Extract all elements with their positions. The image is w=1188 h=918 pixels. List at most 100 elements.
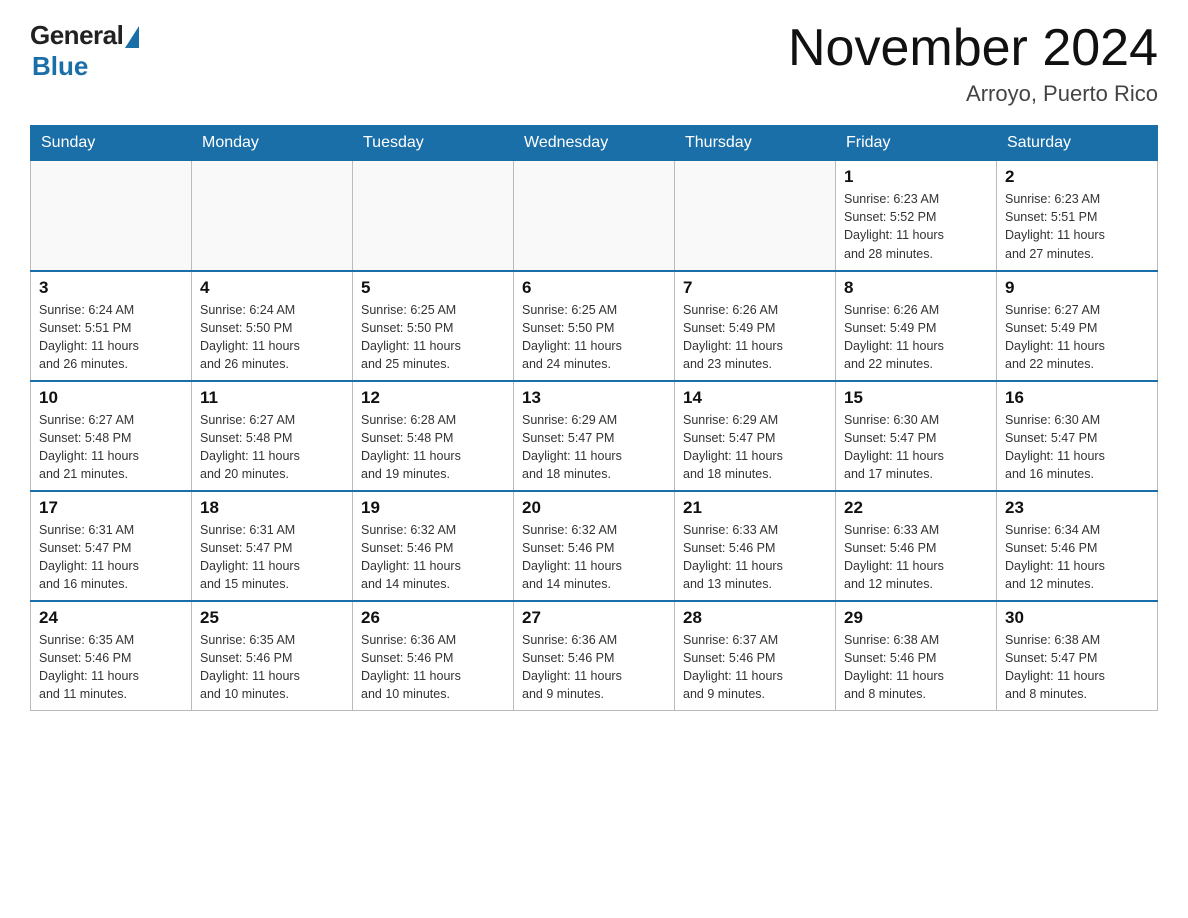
- day-cell: [31, 161, 192, 271]
- week-row-2: 3 Sunrise: 6:24 AMSunset: 5:51 PMDaylight…: [31, 271, 1158, 381]
- day-number: 7: [683, 278, 827, 298]
- day-info: Sunrise: 6:28 AMSunset: 5:48 PMDaylight:…: [361, 413, 461, 481]
- day-number: 14: [683, 388, 827, 408]
- day-info: Sunrise: 6:29 AMSunset: 5:47 PMDaylight:…: [522, 413, 622, 481]
- day-info: Sunrise: 6:24 AMSunset: 5:51 PMDaylight:…: [39, 303, 139, 371]
- day-info: Sunrise: 6:36 AMSunset: 5:46 PMDaylight:…: [522, 633, 622, 701]
- day-number: 29: [844, 608, 988, 628]
- day-info: Sunrise: 6:26 AMSunset: 5:49 PMDaylight:…: [683, 303, 783, 371]
- header-sunday: Sunday: [31, 126, 192, 161]
- day-info: Sunrise: 6:30 AMSunset: 5:47 PMDaylight:…: [1005, 413, 1105, 481]
- day-info: Sunrise: 6:33 AMSunset: 5:46 PMDaylight:…: [683, 523, 783, 591]
- day-cell: [514, 161, 675, 271]
- day-number: 4: [200, 278, 344, 298]
- day-cell: 1Sunrise: 6:23 AMSunset: 5:52 PMDaylight…: [836, 161, 997, 271]
- day-cell: 18Sunrise: 6:31 AMSunset: 5:47 PMDayligh…: [192, 491, 353, 601]
- day-cell: 6 Sunrise: 6:25 AMSunset: 5:50 PMDaylight…: [514, 271, 675, 381]
- day-number: 28: [683, 608, 827, 628]
- day-info: Sunrise: 6:23 AMSunset: 5:51 PMDaylight:…: [1005, 192, 1105, 260]
- day-number: 15: [844, 388, 988, 408]
- day-cell: 27 Sunrise: 6:36 AMSunset: 5:46 PMDayligh…: [514, 601, 675, 711]
- day-number: 13: [522, 388, 666, 408]
- day-cell: 26 Sunrise: 6:36 AMSunset: 5:46 PMDayligh…: [353, 601, 514, 711]
- day-info: Sunrise: 6:32 AMSunset: 5:46 PMDaylight:…: [522, 523, 622, 591]
- day-info: Sunrise: 6:27 AMSunset: 5:49 PMDaylight:…: [1005, 303, 1105, 371]
- day-cell: 12 Sunrise: 6:28 AMSunset: 5:48 PMDayligh…: [353, 381, 514, 491]
- day-info: Sunrise: 6:38 AMSunset: 5:47 PMDaylight:…: [1005, 633, 1105, 701]
- day-cell: [192, 161, 353, 271]
- day-info: Sunrise: 6:27 AMSunset: 5:48 PMDaylight:…: [39, 413, 139, 481]
- day-cell: 20Sunrise: 6:32 AMSunset: 5:46 PMDayligh…: [514, 491, 675, 601]
- day-info: Sunrise: 6:24 AMSunset: 5:50 PMDaylight:…: [200, 303, 300, 371]
- day-info: Sunrise: 6:27 AMSunset: 5:48 PMDaylight:…: [200, 413, 300, 481]
- day-cell: 11Sunrise: 6:27 AMSunset: 5:48 PMDayligh…: [192, 381, 353, 491]
- day-number: 17: [39, 498, 183, 518]
- logo-general-text: General: [30, 20, 123, 51]
- day-info: Sunrise: 6:26 AMSunset: 5:49 PMDaylight:…: [844, 303, 944, 371]
- day-number: 1: [844, 167, 988, 187]
- day-info: Sunrise: 6:37 AMSunset: 5:46 PMDaylight:…: [683, 633, 783, 701]
- header-thursday: Thursday: [675, 126, 836, 161]
- day-cell: 25 Sunrise: 6:35 AMSunset: 5:46 PMDayligh…: [192, 601, 353, 711]
- day-info: Sunrise: 6:36 AMSunset: 5:46 PMDaylight:…: [361, 633, 461, 701]
- day-cell: 22Sunrise: 6:33 AMSunset: 5:46 PMDayligh…: [836, 491, 997, 601]
- day-cell: 10Sunrise: 6:27 AMSunset: 5:48 PMDayligh…: [31, 381, 192, 491]
- week-row-1: 1Sunrise: 6:23 AMSunset: 5:52 PMDaylight…: [31, 161, 1158, 271]
- day-info: Sunrise: 6:32 AMSunset: 5:46 PMDaylight:…: [361, 523, 461, 591]
- day-number: 2: [1005, 167, 1149, 187]
- day-cell: 17 Sunrise: 6:31 AMSunset: 5:47 PMDayligh…: [31, 491, 192, 601]
- day-cell: [675, 161, 836, 271]
- header-friday: Friday: [836, 126, 997, 161]
- day-cell: 16Sunrise: 6:30 AMSunset: 5:47 PMDayligh…: [997, 381, 1158, 491]
- day-cell: 2 Sunrise: 6:23 AMSunset: 5:51 PMDaylight…: [997, 161, 1158, 271]
- day-cell: 5 Sunrise: 6:25 AMSunset: 5:50 PMDaylight…: [353, 271, 514, 381]
- logo: General Blue: [30, 20, 139, 82]
- day-cell: 15 Sunrise: 6:30 AMSunset: 5:47 PMDayligh…: [836, 381, 997, 491]
- day-cell: 3 Sunrise: 6:24 AMSunset: 5:51 PMDaylight…: [31, 271, 192, 381]
- day-number: 27: [522, 608, 666, 628]
- day-cell: 28 Sunrise: 6:37 AMSunset: 5:46 PMDayligh…: [675, 601, 836, 711]
- day-cell: [353, 161, 514, 271]
- page-header: General Blue November 2024 Arroyo, Puert…: [30, 20, 1158, 107]
- day-info: Sunrise: 6:25 AMSunset: 5:50 PMDaylight:…: [361, 303, 461, 371]
- day-number: 5: [361, 278, 505, 298]
- day-number: 23: [1005, 498, 1149, 518]
- logo-blue-text: Blue: [32, 51, 88, 82]
- day-number: 19: [361, 498, 505, 518]
- day-cell: 13 Sunrise: 6:29 AMSunset: 5:47 PMDayligh…: [514, 381, 675, 491]
- day-number: 24: [39, 608, 183, 628]
- week-row-4: 17 Sunrise: 6:31 AMSunset: 5:47 PMDayligh…: [31, 491, 1158, 601]
- day-number: 22: [844, 498, 988, 518]
- day-number: 8: [844, 278, 988, 298]
- day-number: 25: [200, 608, 344, 628]
- header-tuesday: Tuesday: [353, 126, 514, 161]
- day-cell: 24 Sunrise: 6:35 AMSunset: 5:46 PMDayligh…: [31, 601, 192, 711]
- day-number: 26: [361, 608, 505, 628]
- day-number: 6: [522, 278, 666, 298]
- header-saturday: Saturday: [997, 126, 1158, 161]
- day-number: 21: [683, 498, 827, 518]
- day-cell: 30 Sunrise: 6:38 AMSunset: 5:47 PMDayligh…: [997, 601, 1158, 711]
- calendar-title: November 2024: [788, 20, 1158, 77]
- day-info: Sunrise: 6:25 AMSunset: 5:50 PMDaylight:…: [522, 303, 622, 371]
- day-number: 30: [1005, 608, 1149, 628]
- day-info: Sunrise: 6:35 AMSunset: 5:46 PMDaylight:…: [39, 633, 139, 701]
- day-number: 12: [361, 388, 505, 408]
- day-number: 9: [1005, 278, 1149, 298]
- day-info: Sunrise: 6:35 AMSunset: 5:46 PMDaylight:…: [200, 633, 300, 701]
- day-info: Sunrise: 6:31 AMSunset: 5:47 PMDaylight:…: [39, 523, 139, 591]
- day-cell: 29 Sunrise: 6:38 AMSunset: 5:46 PMDayligh…: [836, 601, 997, 711]
- day-number: 3: [39, 278, 183, 298]
- day-number: 18: [200, 498, 344, 518]
- title-block: November 2024 Arroyo, Puerto Rico: [788, 20, 1158, 107]
- day-cell: 19 Sunrise: 6:32 AMSunset: 5:46 PMDayligh…: [353, 491, 514, 601]
- day-info: Sunrise: 6:34 AMSunset: 5:46 PMDaylight:…: [1005, 523, 1105, 591]
- calendar-subtitle: Arroyo, Puerto Rico: [788, 81, 1158, 107]
- day-cell: 8 Sunrise: 6:26 AMSunset: 5:49 PMDaylight…: [836, 271, 997, 381]
- day-info: Sunrise: 6:38 AMSunset: 5:46 PMDaylight:…: [844, 633, 944, 701]
- header-monday: Monday: [192, 126, 353, 161]
- week-row-5: 24 Sunrise: 6:35 AMSunset: 5:46 PMDayligh…: [31, 601, 1158, 711]
- day-info: Sunrise: 6:30 AMSunset: 5:47 PMDaylight:…: [844, 413, 944, 481]
- day-cell: 4 Sunrise: 6:24 AMSunset: 5:50 PMDaylight…: [192, 271, 353, 381]
- day-cell: 21 Sunrise: 6:33 AMSunset: 5:46 PMDayligh…: [675, 491, 836, 601]
